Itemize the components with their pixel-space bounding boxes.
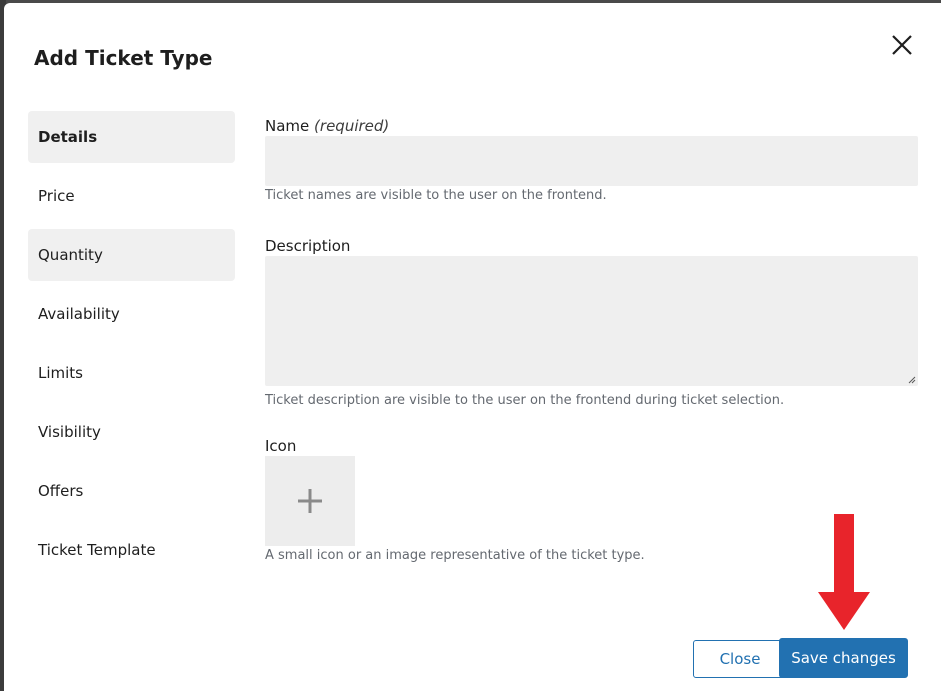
modal-title: Add Ticket Type — [34, 46, 213, 70]
description-help-text: Ticket description are visible to the us… — [265, 393, 785, 408]
required-note: (required) — [314, 117, 390, 135]
plus-icon — [298, 489, 322, 513]
nav-item-visibility[interactable]: Visibility — [28, 406, 235, 458]
nav-item-ticket-template[interactable]: Ticket Template — [28, 524, 235, 576]
resize-grip-icon[interactable] — [908, 376, 916, 384]
nav-item-limits[interactable]: Limits — [28, 347, 235, 399]
name-help-text: Ticket names are visible to the user on … — [265, 188, 607, 203]
nav-item-offers[interactable]: Offers — [28, 465, 235, 517]
nav-item-price[interactable]: Price — [28, 170, 235, 222]
save-changes-button[interactable]: Save changes — [779, 638, 908, 678]
description-textarea[interactable] — [265, 256, 918, 386]
down-arrow-icon — [818, 514, 870, 630]
nav-item-availability[interactable]: Availability — [28, 288, 235, 340]
icon-help-text: A small icon or an image representative … — [265, 548, 645, 563]
close-button[interactable]: Close — [693, 640, 787, 678]
description-label: Description — [265, 237, 351, 255]
add-ticket-type-modal: Add Ticket Type Details Price Quantity A… — [4, 3, 941, 691]
name-label-text: Name — [265, 117, 310, 135]
add-icon-button[interactable] — [265, 456, 355, 546]
nav-item-details[interactable]: Details — [28, 111, 235, 163]
name-input[interactable] — [265, 136, 918, 186]
settings-nav: Details Price Quantity Availability Limi… — [28, 111, 235, 583]
close-icon[interactable] — [888, 31, 916, 59]
icon-label: Icon — [265, 437, 297, 455]
nav-item-quantity[interactable]: Quantity — [28, 229, 235, 281]
name-label: Name (required) — [265, 117, 389, 135]
